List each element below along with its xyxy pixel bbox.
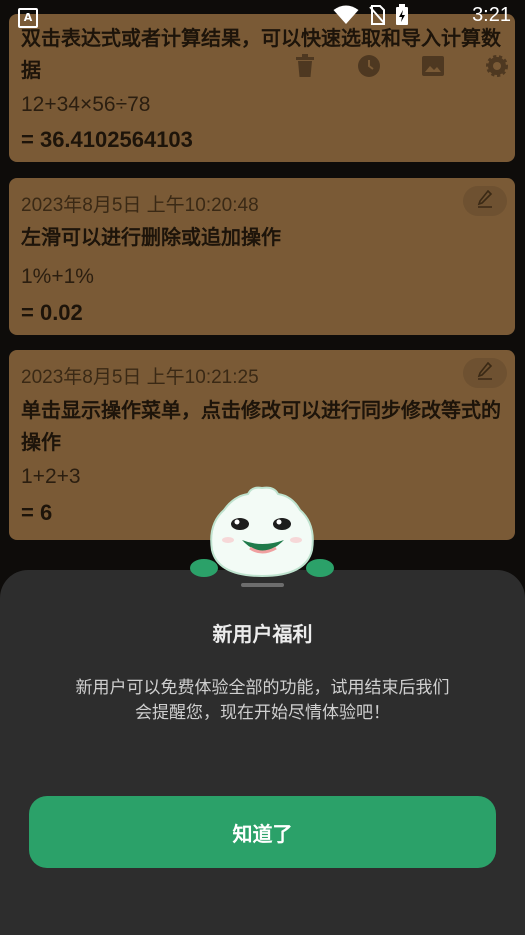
history-toolbar bbox=[291, 52, 511, 80]
clock-icon[interactable] bbox=[355, 52, 383, 80]
no-sim-icon bbox=[369, 5, 386, 29]
edit-button[interactable] bbox=[463, 358, 507, 388]
card-result[interactable]: = 0.02 bbox=[21, 300, 83, 326]
clock-time: 3:21 bbox=[472, 4, 511, 26]
edit-button[interactable] bbox=[463, 186, 507, 216]
pencil-icon bbox=[477, 189, 493, 212]
card-expression[interactable]: 1%+1% bbox=[21, 265, 94, 289]
settings-icon[interactable] bbox=[483, 52, 511, 80]
status-icons bbox=[333, 4, 409, 30]
card-title[interactable]: 单击显示操作菜单，点击修改可以进行同步修改等式的操作 bbox=[21, 394, 501, 458]
status-bar: A 3:21 bbox=[0, 0, 525, 36]
card-date: 2023年8月5日 上午10:21:25 bbox=[21, 367, 259, 388]
dialog-title: 新用户福利 bbox=[212, 622, 313, 646]
mascot-illustration bbox=[188, 484, 336, 584]
pencil-icon bbox=[477, 361, 493, 384]
image-icon[interactable] bbox=[419, 52, 447, 80]
card-expression[interactable]: 12+34×56÷78 bbox=[21, 93, 151, 117]
card-expression[interactable]: 1+2+3 bbox=[21, 465, 81, 489]
card-title[interactable]: 左滑可以进行删除或追加操作 bbox=[21, 221, 501, 253]
history-card[interactable]: 双击表达式或者计算结果，可以快速选取和导入计算数据 12+34×56÷78 = … bbox=[9, 14, 515, 162]
dialog-description: 新用户可以免费体验全部的功能，试用结束后我们会提醒您，现在开始尽情体验吧！ bbox=[75, 678, 450, 723]
card-date: 2023年8月5日 上午10:20:48 bbox=[21, 195, 259, 216]
confirm-button[interactable]: 知道了 bbox=[29, 796, 496, 868]
new-user-dialog: 新用户福利 新用户可以免费体验全部的功能，试用结束后我们会提醒您，现在开始尽情体… bbox=[0, 570, 525, 935]
card-result[interactable]: = 6 bbox=[21, 500, 52, 526]
history-card[interactable]: 2023年8月5日 上午10:20:48 左滑可以进行删除或追加操作 1%+1%… bbox=[9, 178, 515, 335]
wifi-icon bbox=[333, 5, 359, 29]
trash-icon[interactable] bbox=[291, 52, 319, 80]
app-notification-icon: A bbox=[18, 8, 38, 28]
card-result[interactable]: = 36.4102564103 bbox=[21, 127, 193, 153]
battery-charging-icon bbox=[395, 4, 409, 30]
